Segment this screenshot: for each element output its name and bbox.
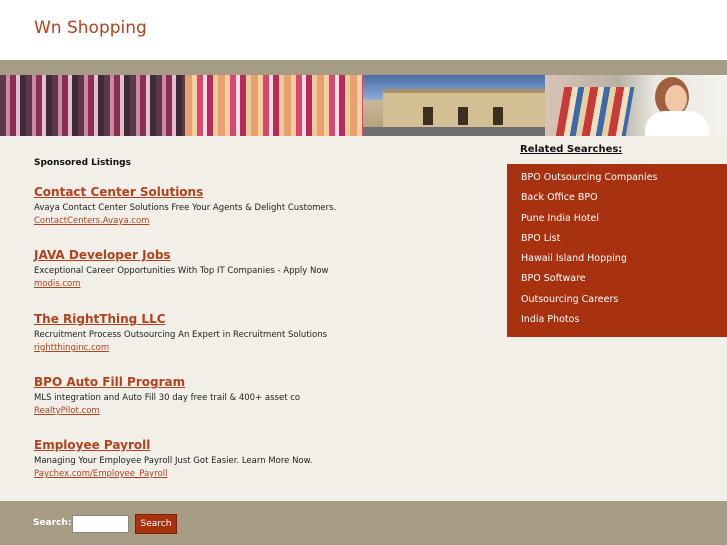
shopper-face (665, 85, 687, 113)
banner-storefront-photo (363, 75, 545, 136)
listing-url-link[interactable]: ContactCenters.Avaya.com (34, 215, 474, 227)
search-button[interactable]: Search (135, 514, 177, 534)
related-search-link[interactable]: BPO List (507, 231, 727, 251)
shopper-body (645, 111, 709, 136)
listing-item: Employee Payroll Managing Your Employee … (34, 437, 474, 480)
listing-title-link[interactable]: JAVA Developer Jobs (34, 247, 474, 263)
banner-shopper-photo (545, 75, 727, 136)
listing-description: Recruitment Process Outsourcing An Exper… (34, 330, 328, 340)
listing-description: Managing Your Employee Payroll Just Got … (34, 456, 313, 466)
related-searches-box: BPO Outsourcing Companies Back Office BP… (507, 164, 727, 337)
storefront-window (458, 107, 468, 125)
listing-description: MLS integration and Auto Fill 30 day fre… (34, 393, 301, 403)
footer-search-bar: Search: Search (0, 501, 727, 545)
magazine-rack (555, 87, 635, 136)
related-search-link[interactable]: Back Office BPO (507, 190, 727, 210)
listing-item: The RightThing LLC Recruitment Process O… (34, 311, 474, 354)
storefront-window (423, 107, 433, 125)
listing-url-link[interactable]: rightthinginc.com (34, 342, 474, 354)
top-band (0, 60, 727, 75)
listing-title-link[interactable]: Employee Payroll (34, 437, 474, 453)
listing-url-link[interactable]: RealtyPilot.com (34, 405, 474, 417)
listing-item: Contact Center Solutions Avaya Contact C… (34, 184, 474, 227)
related-search-link[interactable]: Pune India Hotel (507, 211, 727, 231)
sponsored-listings-label: Sponsored Listings (34, 158, 131, 168)
banner-image (0, 75, 727, 136)
storefront-parking (363, 127, 545, 136)
related-search-link[interactable]: BPO Software (507, 271, 727, 291)
banner-clothes-rack-photo (0, 75, 185, 136)
listing-title-link[interactable]: Contact Center Solutions (34, 184, 474, 200)
listing-title-link[interactable]: The RightThing LLC (34, 311, 474, 327)
related-search-link[interactable]: BPO Outsourcing Companies (507, 170, 727, 190)
header: Wn Shopping (0, 0, 727, 60)
related-search-link[interactable]: Hawaii Island Hopping (507, 251, 727, 271)
listing-description: Exceptional Career Opportunities With To… (34, 266, 329, 276)
listing-url-link[interactable]: modis.com (34, 278, 474, 290)
banner-textiles-photo (185, 75, 363, 136)
listing-item: BPO Auto Fill Program MLS integration an… (34, 374, 474, 417)
related-search-link[interactable]: Outsourcing Careers (507, 292, 727, 312)
related-searches-heading: Related Searches: (520, 144, 623, 155)
listing-title-link[interactable]: BPO Auto Fill Program (34, 374, 474, 390)
listing-item: JAVA Developer Jobs Exceptional Career O… (34, 247, 474, 290)
search-input[interactable] (72, 515, 129, 533)
storefront-window (493, 107, 503, 125)
listing-url-link[interactable]: Paychex.com/Employee_Payroll (34, 468, 474, 480)
listing-description: Avaya Contact Center Solutions Free Your… (34, 203, 337, 213)
site-title[interactable]: Wn Shopping (34, 18, 147, 38)
search-label: Search: (33, 518, 72, 528)
related-search-link[interactable]: India Photos (507, 312, 727, 332)
